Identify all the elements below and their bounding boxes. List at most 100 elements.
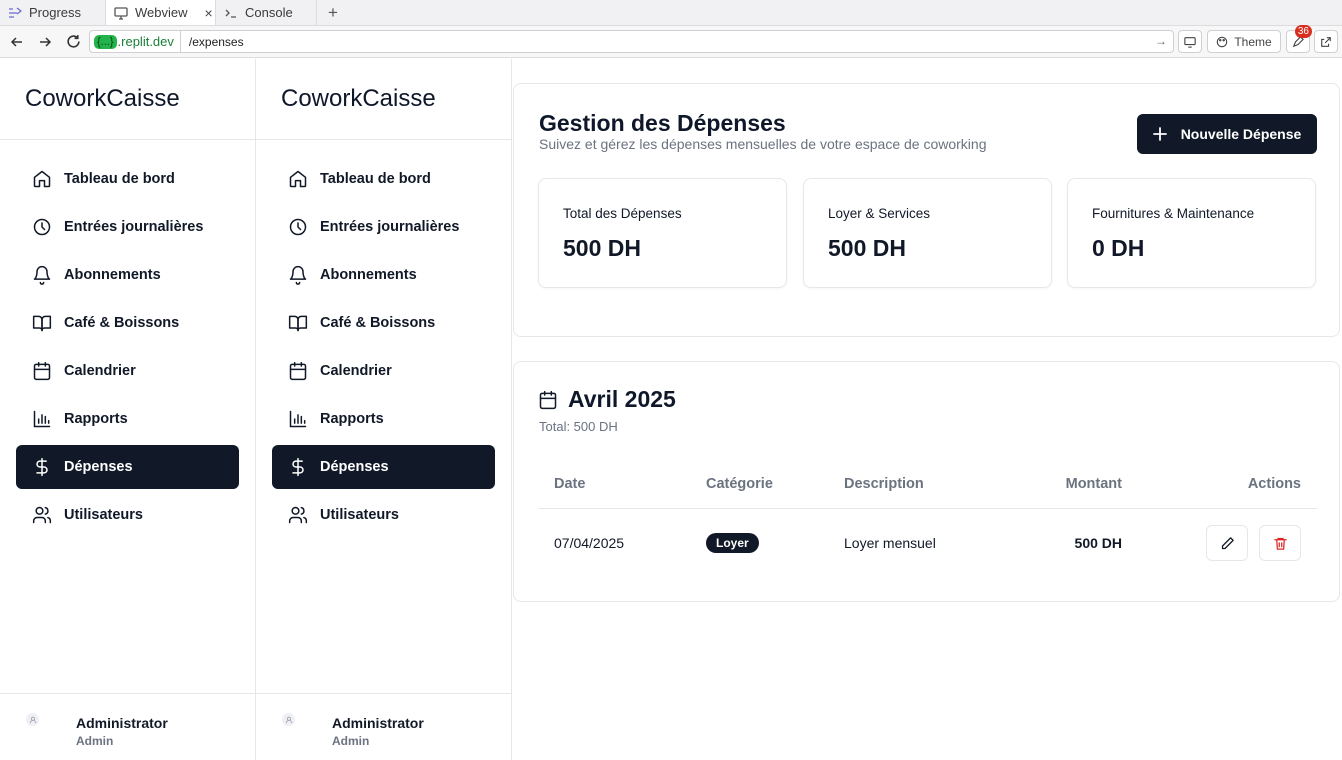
- open-external-button[interactable]: [1314, 30, 1338, 53]
- edit-expense-button[interactable]: [1206, 525, 1249, 562]
- sidebar-item-entrees[interactable]: Entrées journalières: [272, 205, 495, 249]
- sidebar-item-label: Calendrier: [64, 363, 136, 379]
- stat-label: Total des Dépenses: [563, 206, 682, 221]
- sidebar-item-abonnements[interactable]: Abonnements: [272, 253, 495, 297]
- browser-tab-bar: Progress Webview × Console +: [0, 0, 1342, 26]
- home-icon: [33, 170, 51, 188]
- reload-icon[interactable]: [59, 28, 87, 56]
- sidebar-item-tableau-de-bord[interactable]: Tableau de bord: [272, 157, 495, 201]
- theme-label: Theme: [1234, 34, 1272, 49]
- forward-icon[interactable]: [31, 28, 59, 56]
- stat-label: Fournitures & Maintenance: [1092, 206, 1255, 221]
- tab-label: Progress: [29, 5, 82, 20]
- go-arrow-icon[interactable]: →: [1155, 34, 1167, 48]
- sidebar-item-label: Dépenses: [320, 459, 389, 475]
- new-expense-button[interactable]: Nouvelle Dépense: [1137, 114, 1317, 154]
- avatar: [282, 713, 295, 726]
- dollar-icon: [36, 457, 48, 477]
- cell-amount: 500 DH: [1074, 535, 1122, 552]
- user-profile[interactable]: Administrator Admin: [256, 693, 511, 760]
- new-tab-button[interactable]: +: [317, 0, 349, 25]
- tab-label: Console: [245, 5, 293, 20]
- page-subtitle: Suivez et gérez les dépenses mensuelles …: [539, 136, 987, 152]
- book-icon: [32, 315, 52, 332]
- progress-icon: [8, 6, 22, 20]
- sidebar-item-depenses[interactable]: Dépenses: [16, 445, 239, 489]
- sidebar-item-abonnements[interactable]: Abonnements: [16, 253, 239, 297]
- month-expenses-card: Avril 2025 Total: 500 DH Date Catégorie …: [513, 361, 1340, 602]
- monitor-icon: [114, 6, 128, 20]
- sidebar-item-label: Calendrier: [320, 363, 392, 379]
- sidebar-item-label: Abonnements: [320, 267, 417, 283]
- page-title: Gestion des Dépenses: [539, 110, 786, 136]
- sidebar-item-label: Tableau de bord: [320, 171, 431, 187]
- close-icon[interactable]: ×: [205, 5, 213, 21]
- sidebar-item-cafe[interactable]: Café & Boissons: [272, 301, 495, 345]
- column-header-date[interactable]: Date: [538, 460, 690, 509]
- sidebar-nav: Tableau de bord Entrées journalières Abo…: [256, 140, 511, 537]
- tab-webview[interactable]: Webview ×: [106, 0, 216, 25]
- palette-icon: [1217, 36, 1228, 47]
- column-header-category[interactable]: Catégorie: [690, 460, 828, 509]
- column-header-amount[interactable]: Montant: [1008, 460, 1138, 509]
- sidebar-item-rapports[interactable]: Rapports: [16, 397, 239, 441]
- dollar-icon: [292, 457, 304, 477]
- avatar: [26, 713, 39, 726]
- tab-label: Webview: [135, 5, 188, 20]
- sidebar-item-label: Entrées journalières: [320, 219, 460, 235]
- expenses-header-card: Gestion des Dépenses Suivez et gérez les…: [513, 83, 1340, 337]
- theme-button[interactable]: Theme: [1207, 30, 1281, 53]
- sidebar-item-entrees[interactable]: Entrées journalières: [16, 205, 239, 249]
- brand-title: CoworkCaisse: [0, 59, 255, 140]
- sidebar-item-label: Tableau de bord: [64, 171, 175, 187]
- sidebar-item-label: Abonnements: [64, 267, 161, 283]
- table-row: 07/04/2025 Loyer Loyer mensuel 500 DH: [538, 508, 1317, 578]
- user-role: Admin: [332, 734, 370, 748]
- sidebar-nav: Tableau de bord Entrées journalières Abo…: [0, 140, 255, 537]
- home-icon: [289, 170, 307, 188]
- stat-card-fournitures: Fournitures & Maintenance 0 DH: [1067, 178, 1316, 288]
- sidebar-item-label: Utilisateurs: [64, 507, 143, 523]
- sidebar-item-label: Dépenses: [64, 459, 133, 475]
- sidebar-item-cafe[interactable]: Café & Boissons: [16, 301, 239, 345]
- calendar-icon: [33, 361, 51, 381]
- column-header-actions: Actions: [1138, 460, 1317, 509]
- sidebar-item-calendrier[interactable]: Calendrier: [16, 349, 239, 393]
- screen-icon: [1184, 36, 1196, 48]
- url-divider: [179, 30, 181, 53]
- month-title: Avril 2025: [568, 386, 676, 412]
- expenses-table: Date Catégorie Description Montant Actio…: [538, 460, 1317, 578]
- sidebar-item-rapports[interactable]: Rapports: [272, 397, 495, 441]
- bar-chart-icon: [33, 410, 51, 428]
- stat-card-loyer: Loyer & Services 500 DH: [803, 178, 1052, 288]
- column-header-description[interactable]: Description: [828, 460, 1008, 509]
- back-icon[interactable]: [3, 28, 31, 56]
- clock-icon: [33, 218, 51, 236]
- new-expense-label: Nouvelle Dépense: [1180, 126, 1302, 142]
- tab-progress[interactable]: Progress: [0, 0, 106, 25]
- sidebar-item-utilisateurs[interactable]: Utilisateurs: [16, 493, 239, 537]
- sidebar-item-label: Utilisateurs: [320, 507, 399, 523]
- tab-console[interactable]: Console: [216, 0, 317, 25]
- browser-url-bar: {...} .replit.dev /expenses → Theme 36: [0, 25, 1342, 58]
- sidebar-item-label: Café & Boissons: [64, 315, 180, 331]
- external-link-icon: [1321, 36, 1331, 47]
- pencil-icon: [1221, 537, 1234, 549]
- address-bar[interactable]: {...} .replit.dev /expenses →: [89, 30, 1174, 53]
- user-profile[interactable]: Administrator Admin: [0, 693, 255, 760]
- devtools-button[interactable]: [1178, 30, 1202, 53]
- stat-value: 500 DH: [563, 235, 641, 261]
- sidebar-item-calendrier[interactable]: Calendrier: [272, 349, 495, 393]
- bar-chart-icon: [289, 410, 307, 428]
- user-icon: [285, 716, 292, 723]
- cell-actions: [1138, 508, 1317, 578]
- terminal-icon: [224, 6, 238, 20]
- stat-value: 0 DH: [1092, 235, 1145, 261]
- plus-icon: [1152, 127, 1167, 141]
- notifications-button[interactable]: 36: [1286, 25, 1312, 53]
- user-name: Administrator: [76, 715, 168, 731]
- sidebar-item-depenses[interactable]: Dépenses: [272, 445, 495, 489]
- sidebar-item-utilisateurs[interactable]: Utilisateurs: [272, 493, 495, 537]
- delete-expense-button[interactable]: [1259, 525, 1301, 562]
- sidebar-item-tableau-de-bord[interactable]: Tableau de bord: [16, 157, 239, 201]
